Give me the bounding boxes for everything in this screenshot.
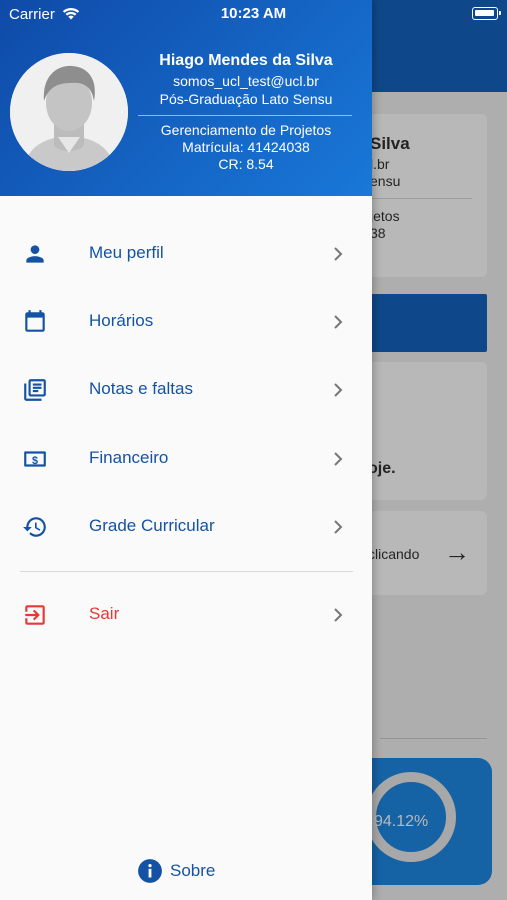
profile-info: Hiago Mendes da Silva somos_ucl_test@ucl…: [130, 51, 362, 173]
user-name: Hiago Mendes da Silva: [159, 52, 333, 69]
person-icon: [26, 245, 44, 263]
menu-item-sair[interactable]: Sair: [0, 582, 372, 648]
drawer-header: Hiago Mendes da Silva somos_ucl_test@ucl…: [0, 0, 372, 196]
menu-item-horarios[interactable]: Horários: [0, 289, 372, 355]
menu-item-label: Grade Curricular: [89, 516, 215, 535]
navigation-drawer: Hiago Mendes da Silva somos_ucl_test@ucl…: [0, 0, 372, 900]
notes-icon: [24, 379, 46, 401]
status-bar: Carrier 10:23 AM: [0, 0, 507, 28]
status-time: 10:23 AM: [220, 5, 287, 22]
calendar-icon: [25, 310, 45, 332]
chevron-right-icon: [334, 520, 343, 534]
user-matricula: Matrícula: 41424038: [182, 139, 310, 155]
menu-item-label: Notas e faltas: [89, 379, 193, 398]
chevron-right-icon: [334, 383, 343, 397]
chevron-right-icon: [334, 452, 343, 466]
menu-item-label: Meu perfil: [89, 243, 164, 262]
logout-icon: [25, 605, 45, 625]
chevron-right-icon: [334, 315, 343, 329]
avatar: [10, 53, 128, 171]
menu-item-financeiro[interactable]: $ Financeiro: [0, 426, 372, 492]
user-course: Gerenciamento de Projetos: [160, 122, 332, 138]
user-email: somos_ucl_test@ucl.br: [173, 73, 319, 89]
user-cr: CR: 8.54: [218, 156, 274, 172]
history-icon: [23, 517, 46, 537]
chevron-right-icon: [334, 608, 343, 622]
menu-item-label: Horários: [89, 311, 154, 330]
menu-item-label: Sair: [89, 604, 120, 623]
svg-text:$: $: [32, 455, 38, 467]
about-label: Sobre: [170, 861, 216, 880]
profile-divider: [138, 115, 352, 116]
menu-item-meu-perfil[interactable]: Meu perfil: [0, 221, 372, 287]
menu-item-notas-faltas[interactable]: Notas e faltas: [0, 357, 372, 423]
money-icon: $: [24, 451, 46, 467]
menu-item-label: Financeiro: [89, 448, 169, 467]
user-program: Pós-Graduação Lato Sensu: [159, 91, 333, 107]
menu-item-grade-curricular[interactable]: Grade Curricular: [0, 494, 372, 560]
about-button[interactable]: Sobre: [0, 857, 372, 885]
battery-icon: [472, 7, 501, 20]
info-icon: [138, 859, 162, 883]
menu-divider: [20, 571, 353, 572]
chevron-right-icon: [334, 247, 343, 261]
